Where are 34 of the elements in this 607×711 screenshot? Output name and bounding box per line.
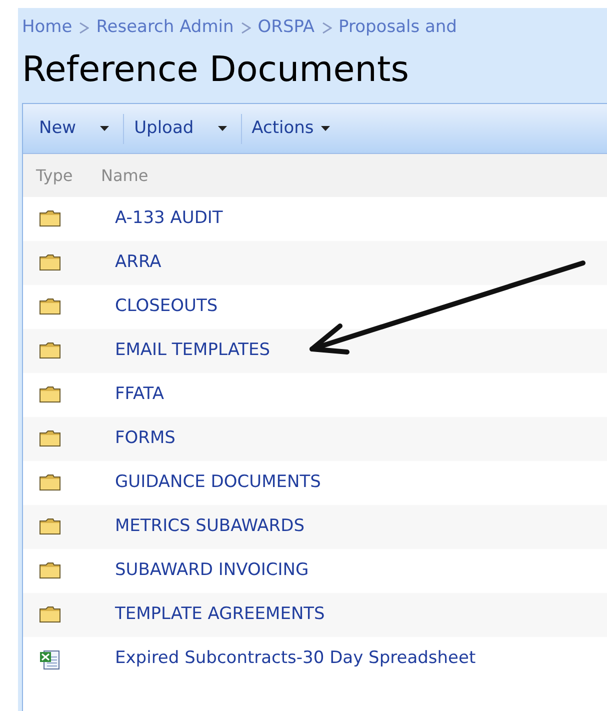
- item-link[interactable]: FORMS: [115, 426, 176, 452]
- folder-icon: [39, 384, 61, 406]
- list-row[interactable]: ARRA: [23, 241, 607, 285]
- toolbar-menu-button[interactable]: Actions: [252, 116, 334, 142]
- list-row[interactable]: EMAIL TEMPLATES: [23, 329, 607, 373]
- toolbar-menu-button[interactable]: New: [39, 116, 114, 142]
- item-link[interactable]: A-133 AUDIT: [115, 206, 223, 232]
- folder-icon: [39, 472, 61, 494]
- item-link[interactable]: Expired Subcontracts-30 Day Spreadsheet: [115, 646, 476, 672]
- list-row[interactable]: TEMPLATE AGREEMENTS: [23, 593, 607, 637]
- folder-icon: [39, 340, 61, 362]
- item-link[interactable]: FFATA: [115, 382, 164, 408]
- toolbar-menu-button[interactable]: Upload: [134, 116, 231, 142]
- folder-icon: [39, 208, 61, 230]
- folder-icon: [39, 252, 61, 274]
- item-link[interactable]: EMAIL TEMPLATES: [115, 338, 270, 364]
- item-link[interactable]: ARRA: [115, 250, 162, 276]
- folder-icon: [39, 428, 61, 450]
- folder-icon: [39, 560, 61, 582]
- page-title: Reference Documents: [22, 49, 410, 92]
- item-link[interactable]: GUIDANCE DOCUMENTS: [115, 470, 321, 496]
- chevron-icon: [79, 22, 90, 34]
- list-row[interactable]: METRICS SUBAWARDS: [23, 505, 607, 549]
- folder-icon: [39, 516, 61, 538]
- chevron-icon: [322, 22, 332, 34]
- item-link[interactable]: METRICS SUBAWARDS: [115, 514, 304, 540]
- item-link[interactable]: SUBAWARD INVOICING: [115, 558, 309, 584]
- item-link[interactable]: TEMPLATE AGREEMENTS: [115, 602, 325, 628]
- list-row[interactable]: FORMS: [23, 417, 607, 461]
- folder-icon: [39, 296, 61, 318]
- item-link[interactable]: CLOSEOUTS: [115, 294, 218, 320]
- folder-icon: [39, 604, 61, 626]
- chevron-icon: [240, 22, 251, 34]
- spreadsheet-icon: [39, 648, 61, 670]
